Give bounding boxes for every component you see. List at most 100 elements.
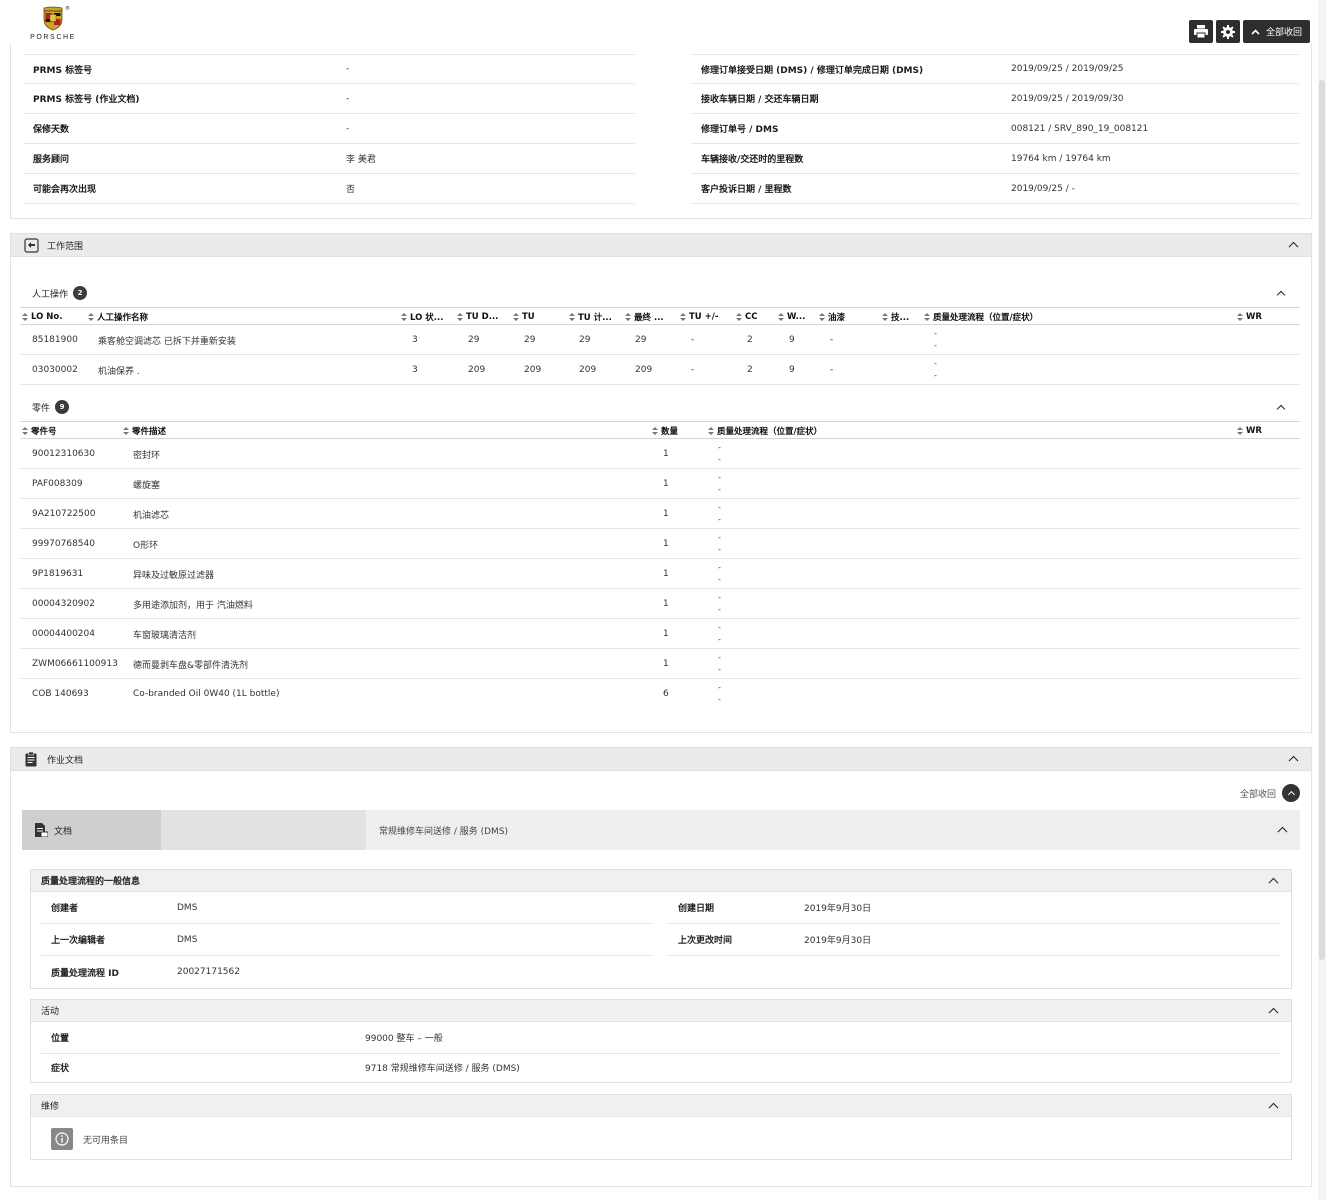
info-key: 接收车辆日期 / 交还车辆日期 [701,95,819,105]
cell-qty: 1 [663,569,669,579]
info-value: - [346,123,350,134]
work-scope-title: 工作范围 [47,241,84,252]
col-w[interactable]: W... [778,308,805,326]
work-scope-header[interactable]: 工作范围 [10,233,1312,257]
parts-subheader[interactable]: 零件 9 [32,400,70,414]
scrollbar-thumb[interactable] [1319,80,1325,960]
table-row[interactable]: 03030002 机油保养 . 3 209 209 209 209 - 2 9 … [20,355,1300,385]
col-quality-process[interactable]: 质量处理流程（位置/症状） [924,308,1038,326]
col-tech[interactable]: 技... [882,308,909,326]
col-lo-no[interactable]: LO No. [22,308,62,326]
sort-icon [457,313,463,321]
repair-header[interactable]: 维修 [31,1095,1291,1117]
porsche-crest-icon: STUTTGART [43,6,63,31]
info-key: PRMS 标签号 [33,65,93,76]
qp-location: - [934,329,937,338]
info-key: 上一次编辑者 [51,936,106,946]
info-key: 质量处理流程 ID [51,968,119,979]
info-row: 服务顾问 李 美君 [23,144,635,174]
table-row[interactable]: 99970768540 O形环 1- - [20,529,1300,559]
table-row[interactable]: 85181900 乘客舱空调滤芯 已拆下并重新安装 3 29 29 29 29 … [20,325,1300,355]
col-tu[interactable]: TU [513,308,535,326]
table-row[interactable]: 9A210722500 机油滤芯 1- - [20,499,1300,529]
col-label: 技... [891,313,910,323]
qp-symptom: - [718,485,721,494]
col-tu-pm[interactable]: TU +/- [680,308,718,326]
info-row: 保修天数 - [23,114,635,144]
col-lo-name[interactable]: 人工操作名称 [88,308,148,326]
col-tu-calc[interactable]: TU 计... [569,308,612,326]
general-info-header[interactable]: 质量处理流程的一般信息 [31,870,1291,892]
tab-document-label: 文档 [54,826,73,837]
labor-subheader[interactable]: 人工操作 2 [32,286,88,300]
page-scrollbar[interactable] [1318,0,1326,1200]
chevron-up-icon[interactable] [1288,241,1299,252]
sort-icon [652,427,658,435]
qp-symptom: - [718,515,721,524]
chevron-up-icon[interactable] [1268,1102,1279,1113]
activity-header[interactable]: 活动 [31,1000,1291,1022]
chevron-up-icon[interactable] [1277,826,1288,837]
printer-icon [1193,25,1208,38]
cell-qty: 1 [663,659,669,669]
info-key: 创建者 [51,904,79,914]
cell-part-no: COB 140693 [32,689,89,699]
symptom-row: 症状 9718 常规维修车间送修 / 服务 (DMS) [41,1052,1281,1082]
col-qty[interactable]: 数量 [652,422,678,440]
col-final[interactable]: 最终 ... [625,308,664,326]
settings-button[interactable] [1215,20,1240,43]
table-row[interactable]: 00004320902 多用途添加剂，用于 汽油燃料 1- - [20,589,1300,619]
table-row[interactable]: 9P1819631 异味及过敏原过滤器 1- - [20,559,1300,589]
table-row[interactable]: COB 140693 Co-branded Oil 0W40 (1L bottle… [20,679,1300,709]
document-tab-bar: 文档 常规维修车间送修 / 服务 (DMS) [22,810,1300,850]
docs-collapse-all[interactable]: 全部收回 [1240,784,1300,802]
location-row: 位置 99000 整车 – 一般 [41,1022,1281,1054]
col-paint[interactable]: 油漆 [819,308,845,326]
document-title: 常规维修车间送修 / 服务 (DMS) [379,826,509,837]
info-key: 修理订单号 / DMS [701,125,779,135]
qp-location: - [718,473,721,482]
cell-part-desc: Co-branded Oil 0W40 (1L bottle) [133,689,280,699]
sort-icon [569,313,575,321]
table-row[interactable]: 90012310630 密封环 1- - [20,439,1300,469]
col-part-desc[interactable]: 零件描述 [123,422,166,440]
collapse-all-button[interactable]: 全部收回 [1242,20,1310,43]
table-row[interactable]: PAF008309 螺旋塞 1- - [20,469,1300,499]
col-cc[interactable]: CC [736,308,757,326]
clipboard-icon [23,751,39,767]
col-lo-status[interactable]: LO 状... [401,308,444,326]
table-row[interactable]: ZWM06661100913 德而曼剥车盘&零部件清洗剂 1- - [20,649,1300,679]
col-label: 质量处理流程（位置/症状） [933,313,1039,323]
repair-empty-state: 无可用条目 [51,1128,128,1150]
col-label: 数量 [661,427,679,437]
info-value: 008121 / SRV_890_19_008121 [1011,123,1149,134]
print-button[interactable] [1188,20,1213,43]
chevron-up-icon[interactable] [1288,755,1299,766]
col-wr[interactable]: WR [1237,422,1262,440]
repair-card: 维修 无可用条目 [30,1094,1292,1160]
cell-tu-calc: 209 [579,365,597,375]
cell-cc: 2 [747,365,753,375]
cell-paint: - [830,335,834,345]
col-tu-d[interactable]: TU D... [457,308,498,326]
info-row: 修理订单接受日期 (DMS) / 修理订单完成日期 (DMS) 2019/09/2… [691,54,1299,84]
chevron-up-icon[interactable] [1268,1007,1279,1018]
sort-icon [625,313,631,321]
tab-blank[interactable] [161,810,366,850]
work-docs-header[interactable]: 作业文档 [10,747,1312,771]
col-part-no[interactable]: 零件号 [22,422,57,440]
tab-document[interactable]: 文档 [22,810,161,850]
qp-id-row: 质量处理流程 ID 20027171562 [41,956,653,988]
created-date-row: 创建日期 2019年9月30日 [668,892,1280,924]
cell-quality-process: -- [934,355,937,385]
info-value: DMS [177,902,198,913]
info-key: 上次更改时间 [678,936,733,946]
col-quality-process[interactable]: 质量处理流程（位置/症状） [708,422,822,440]
cell-tu-d: 209 [468,365,486,375]
info-key: 症状 [51,1063,70,1074]
qp-symptom: - [718,605,721,614]
table-row[interactable]: 00004400204 车窗玻璃清洁剂 1- - [20,619,1300,649]
chevron-up-icon[interactable] [1268,877,1279,888]
cell-quality-process: -- [718,679,721,709]
col-wr[interactable]: WR [1237,308,1262,326]
